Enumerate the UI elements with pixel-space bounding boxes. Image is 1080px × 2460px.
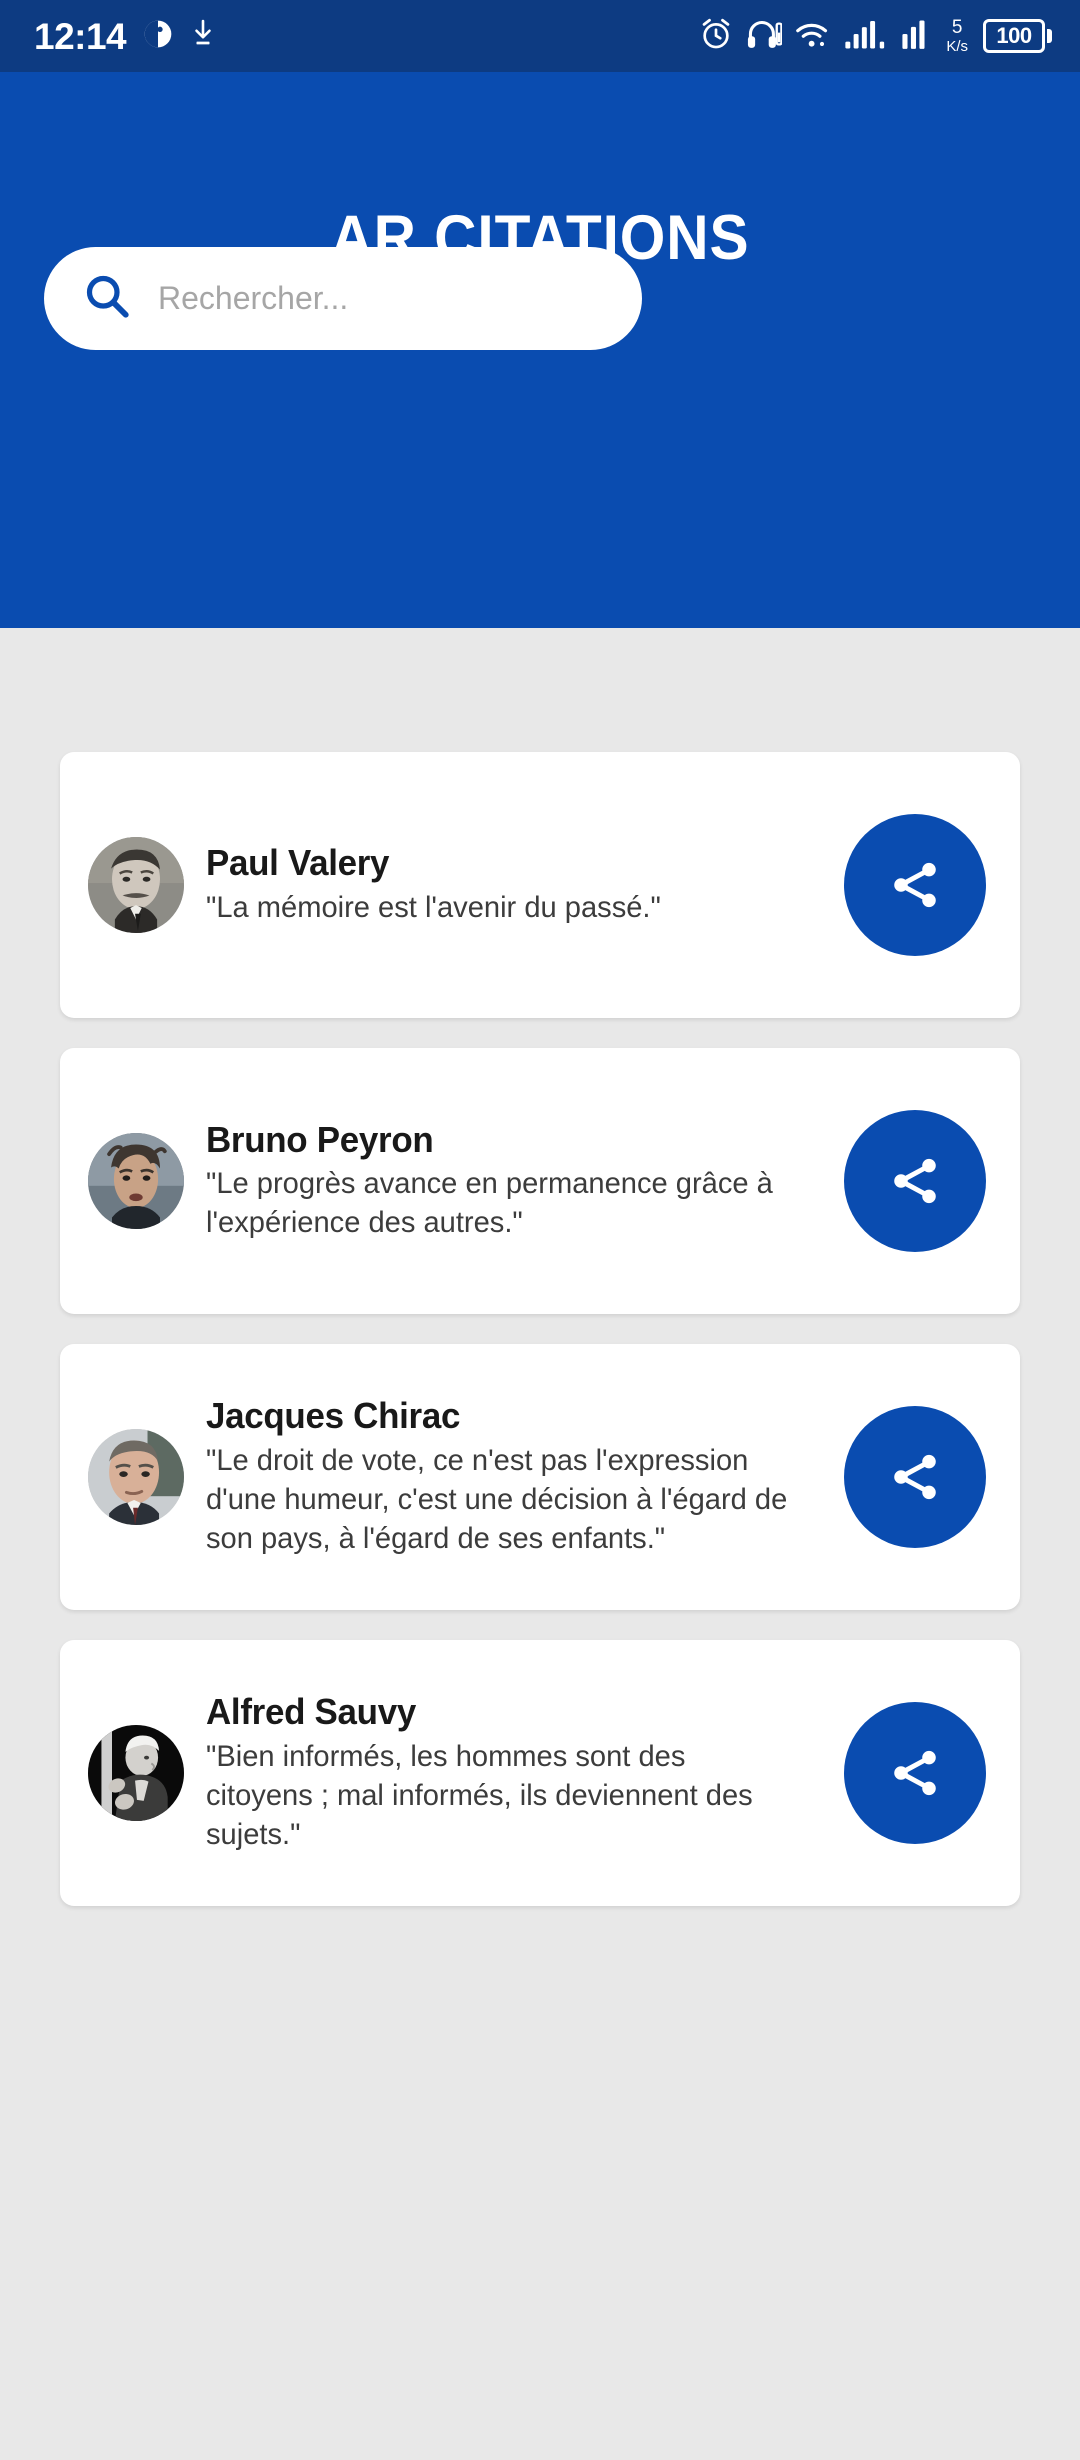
status-bar: 12:14 5 K/s 100 bbox=[0, 0, 1080, 72]
share-icon bbox=[894, 1750, 936, 1796]
search-bar[interactable] bbox=[44, 247, 642, 350]
share-button[interactable] bbox=[844, 1110, 986, 1252]
quote-text-group: Bruno Peyron "Le progrès avance en perma… bbox=[206, 1118, 816, 1242]
author-avatar bbox=[88, 1725, 184, 1821]
quote-card[interactable]: Jacques Chirac "Le droit de vote, ce n'e… bbox=[60, 1344, 1020, 1610]
share-icon bbox=[894, 862, 936, 908]
status-clock: 12:14 bbox=[34, 15, 127, 57]
author-avatar bbox=[88, 1133, 184, 1229]
author-name: Alfred Sauvy bbox=[206, 1691, 416, 1733]
share-button[interactable] bbox=[844, 1702, 986, 1844]
search-input[interactable] bbox=[158, 280, 642, 317]
author-avatar bbox=[88, 1429, 184, 1525]
quote-text-group: Paul Valery "La mémoire est l'avenir du … bbox=[206, 843, 816, 926]
share-button[interactable] bbox=[844, 814, 986, 956]
quote-text: "Bien informés, les hommes sont des cito… bbox=[206, 1739, 753, 1851]
share-icon bbox=[894, 1158, 936, 1204]
app-root: 12:14 5 K/s 100 AR CITATIONS Rechercher.… bbox=[0, 0, 1080, 2460]
author-name: Jacques Chirac bbox=[206, 1395, 461, 1437]
quote-list[interactable]: Paul Valery "La mémoire est l'avenir du … bbox=[0, 628, 1080, 2460]
download-icon bbox=[190, 18, 216, 55]
share-icon bbox=[894, 1454, 936, 1500]
signal-sim2-icon bbox=[901, 18, 935, 55]
status-bar-right: 5 K/s 100 bbox=[699, 17, 1052, 56]
author-name: Paul Valery bbox=[206, 842, 390, 884]
quote-card[interactable]: Alfred Sauvy "Bien informés, les hommes … bbox=[60, 1640, 1020, 1906]
quote-text: "La mémoire est l'avenir du passé." bbox=[206, 890, 661, 924]
alarm-icon bbox=[699, 17, 733, 56]
battery-level-text: 100 bbox=[996, 23, 1032, 48]
status-bar-left: 12:14 bbox=[34, 18, 216, 55]
do-not-disturb-icon bbox=[142, 18, 174, 55]
quote-card[interactable]: Paul Valery "La mémoire est l'avenir du … bbox=[60, 752, 1020, 1018]
quote-text-group: Jacques Chirac "Le droit de vote, ce n'e… bbox=[206, 1396, 816, 1557]
network-speed-indicator: 5 K/s bbox=[946, 18, 968, 54]
quote-text-group: Alfred Sauvy "Bien informés, les hommes … bbox=[206, 1692, 816, 1853]
signal-sim1-icon bbox=[844, 18, 888, 55]
network-speed-unit: K/s bbox=[946, 38, 968, 55]
author-name: Bruno Peyron bbox=[206, 1118, 434, 1160]
network-speed-value: 5 bbox=[951, 17, 963, 38]
headphones-icon bbox=[746, 17, 783, 56]
search-icon bbox=[82, 271, 132, 326]
author-avatar bbox=[88, 837, 184, 933]
battery-icon: 100 bbox=[983, 19, 1052, 53]
wifi-icon bbox=[795, 18, 831, 55]
quote-card[interactable]: Bruno Peyron "Le progrès avance en perma… bbox=[60, 1048, 1020, 1314]
quote-text: "Le progrès avance en permanence grâce à… bbox=[206, 1167, 773, 1240]
quote-text: "Le droit de vote, ce n'est pas l'expres… bbox=[206, 1443, 788, 1555]
share-button[interactable] bbox=[844, 1406, 986, 1548]
app-header: AR CITATIONS bbox=[0, 72, 1080, 628]
